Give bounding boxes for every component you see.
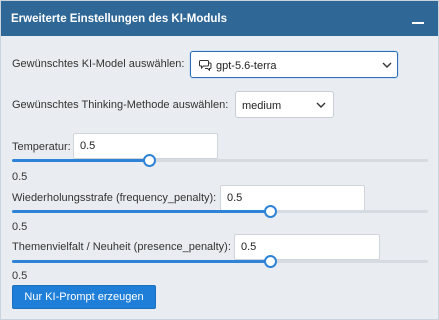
chevron-down-icon — [316, 102, 326, 108]
frequency-penalty-value: 0.5 — [12, 221, 28, 233]
frequency-penalty-label: Wiederholungsstrafe (frequency_penalty): — [12, 192, 217, 204]
thinking-select[interactable]: medium — [235, 91, 334, 118]
model-select-value: gpt-5.6-terra — [216, 60, 277, 72]
chevron-down-icon — [382, 62, 392, 68]
model-select-label: Gewünschtes KI-Model auswählen: — [12, 58, 185, 70]
temperature-label: Temperatur: — [12, 141, 71, 153]
thinking-select-value: medium — [242, 100, 282, 112]
thinking-select-label: Gewünschtes Thinking-Methode auswählen: — [12, 99, 229, 111]
presence-penalty-label: Themenvielfalt / Neuheit (presence_penal… — [12, 241, 231, 253]
panel-header[interactable]: Erweiterte Einstellungen des KI-Moduls — [1, 1, 438, 36]
presence-penalty-slider-thumb[interactable] — [263, 255, 277, 268]
advanced-settings-panel: Erweiterte Einstellungen des KI-Moduls G… — [0, 0, 439, 320]
panel-title: Erweiterte Einstellungen des KI-Moduls — [11, 13, 227, 25]
temperature-value: 0.5 — [12, 171, 28, 183]
temperature-slider[interactable] — [12, 154, 428, 167]
presence-penalty-slider-fill — [12, 260, 270, 263]
frequency-penalty-slider-fill — [12, 210, 270, 213]
presence-penalty-value: 0.5 — [12, 270, 28, 282]
frequency-penalty-input[interactable]: 0.5 — [220, 185, 365, 211]
presence-penalty-slider[interactable] — [12, 255, 428, 268]
presence-penalty-input[interactable]: 0.5 — [234, 234, 380, 260]
frequency-penalty-slider-thumb[interactable] — [263, 205, 277, 218]
generate-prompt-button[interactable]: Nur KI-Prompt erzeugen — [12, 285, 156, 309]
model-select[interactable]: gpt-5.6-terra — [190, 51, 398, 78]
temperature-slider-fill — [12, 159, 150, 162]
chat-bubbles-icon — [199, 60, 212, 71]
minus-icon[interactable] — [412, 22, 424, 24]
temperature-slider-thumb[interactable] — [143, 154, 157, 167]
frequency-penalty-slider[interactable] — [12, 205, 428, 218]
